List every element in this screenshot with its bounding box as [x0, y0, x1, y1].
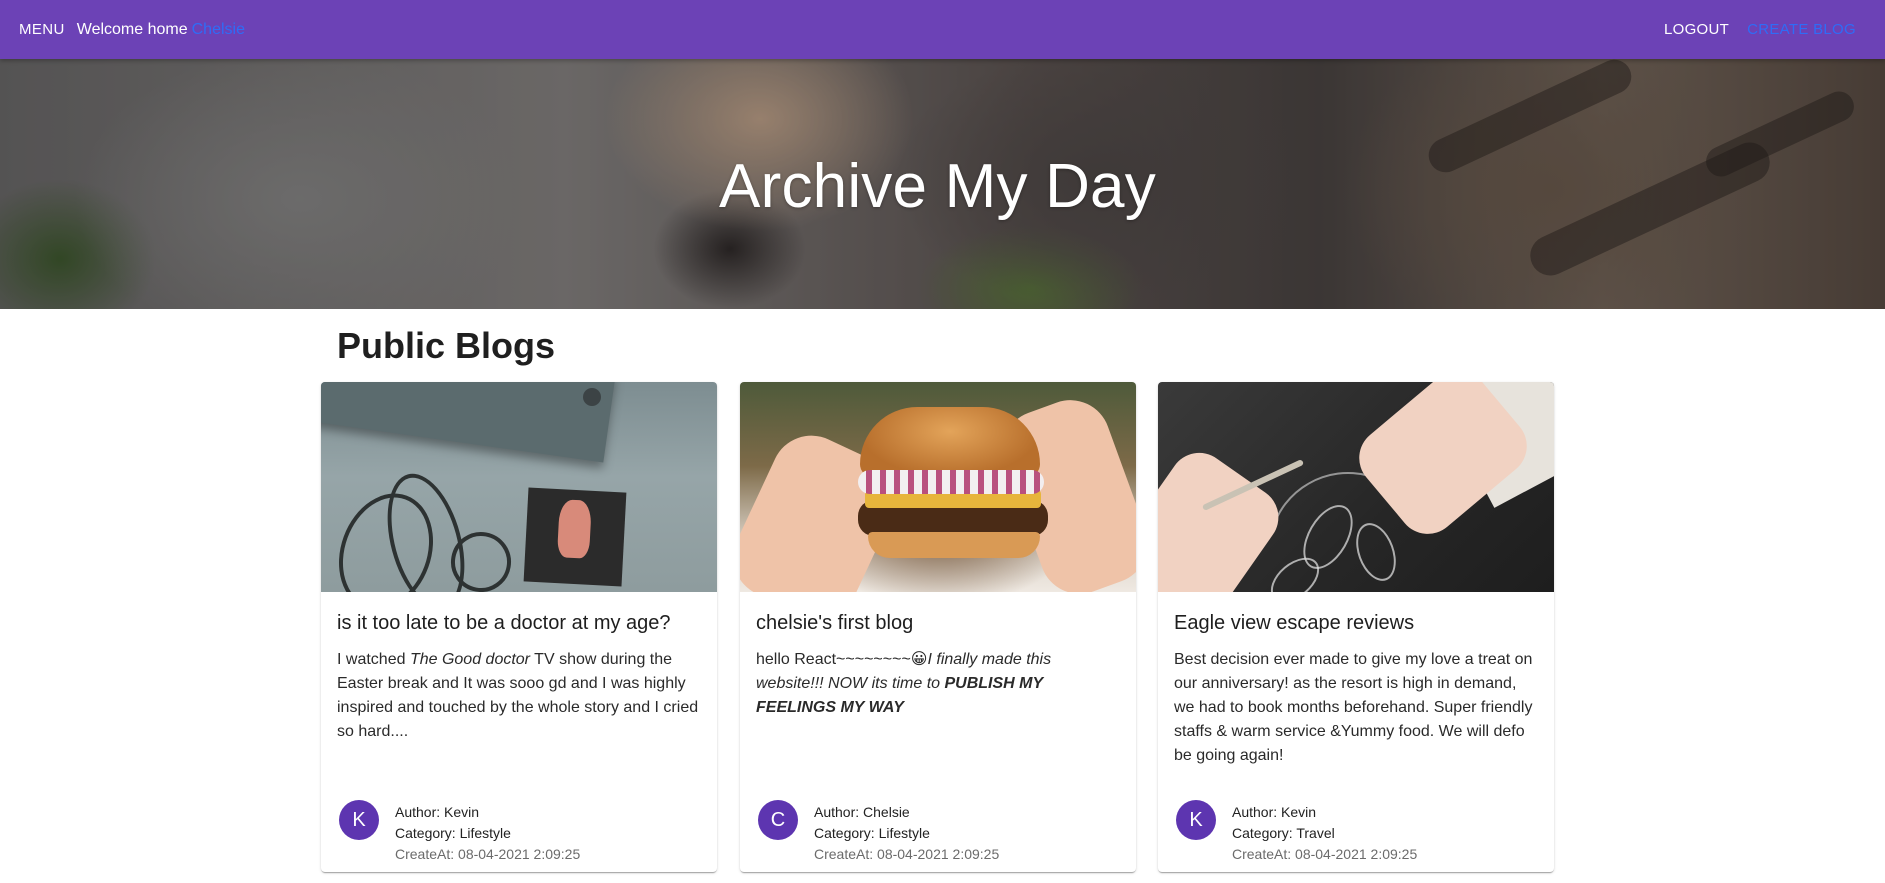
card-meta: Author: Chelsie Category: Lifestyle Crea…: [814, 802, 999, 865]
create-blog-button[interactable]: CREATE BLOG: [1747, 21, 1856, 38]
card-author: Author: Kevin: [395, 804, 480, 820]
image-ledge: [321, 382, 616, 463]
author-avatar: K: [339, 800, 379, 840]
author-avatar: K: [1176, 800, 1216, 840]
card-body-italic: The Good doctor: [409, 651, 531, 668]
hero-title: Archive My Day: [719, 152, 1156, 221]
card-category: Category: Travel: [1232, 825, 1335, 841]
card-title: is it too late to be a doctor at my age?: [337, 612, 671, 634]
welcome-text: Welcome home: [76, 20, 188, 38]
image-bun-top: [860, 407, 1040, 477]
card-category: Category: Lifestyle: [814, 825, 930, 841]
section-title: Public Blogs: [337, 325, 556, 366]
card-created-at: CreateAt: 08-04-2021 2:09:25: [1232, 846, 1418, 862]
card-image-drawing: [1158, 382, 1554, 592]
image-slaw: [858, 470, 1044, 494]
cat-icon: [556, 499, 592, 559]
card-body-text: hello React~~~~~~~~: [756, 651, 911, 668]
card-created-at: CreateAt: 08-04-2021 2:09:25: [814, 846, 1000, 862]
card-body-text: I watched: [337, 651, 410, 668]
card-meta: Author: Kevin Category: Travel CreateAt:…: [1232, 802, 1417, 865]
logout-button[interactable]: LOGOUT: [1664, 21, 1729, 38]
card-body: Best decision ever made to give my love …: [1174, 651, 1533, 764]
card-author: Author: Chelsie: [814, 804, 910, 820]
image-bun-bottom: [868, 532, 1040, 558]
blog-card[interactable]: Eagle view escape reviews Best decision …: [1158, 382, 1554, 872]
author-avatar: C: [758, 800, 798, 840]
card-image-burger: [740, 382, 1136, 592]
blog-card[interactable]: is it too late to be a doctor at my age?…: [321, 382, 717, 872]
card-created-at: CreateAt: 08-04-2021 2:09:25: [395, 846, 581, 862]
app-bar: MENU Welcome home Chelsie LOGOUT CREATE …: [0, 0, 1885, 59]
card-author: Author: Kevin: [1232, 804, 1317, 820]
card-title: chelsie's first blog: [756, 612, 914, 634]
hero-banner: Archive My Day: [0, 59, 1885, 309]
image-cat-sticker: [523, 487, 627, 587]
card-title: Eagle view escape reviews: [1174, 612, 1415, 634]
card-body: hello React~~~~~~~~😀I finally made this …: [756, 648, 1120, 720]
blog-card[interactable]: chelsie's first blog hello React~~~~~~~~…: [740, 382, 1136, 872]
card-meta: Author: Kevin Category: Lifestyle Create…: [395, 802, 580, 865]
card-category: Category: Lifestyle: [395, 825, 511, 841]
user-name-link[interactable]: Chelsie: [192, 21, 245, 39]
menu-button[interactable]: MENU: [19, 21, 65, 38]
grinning-face-icon: 😀: [910, 651, 928, 668]
card-image-wall-sticker: [321, 382, 717, 592]
image-screw: [583, 388, 601, 406]
card-body: I watched The Good doctor TV show during…: [337, 648, 701, 744]
